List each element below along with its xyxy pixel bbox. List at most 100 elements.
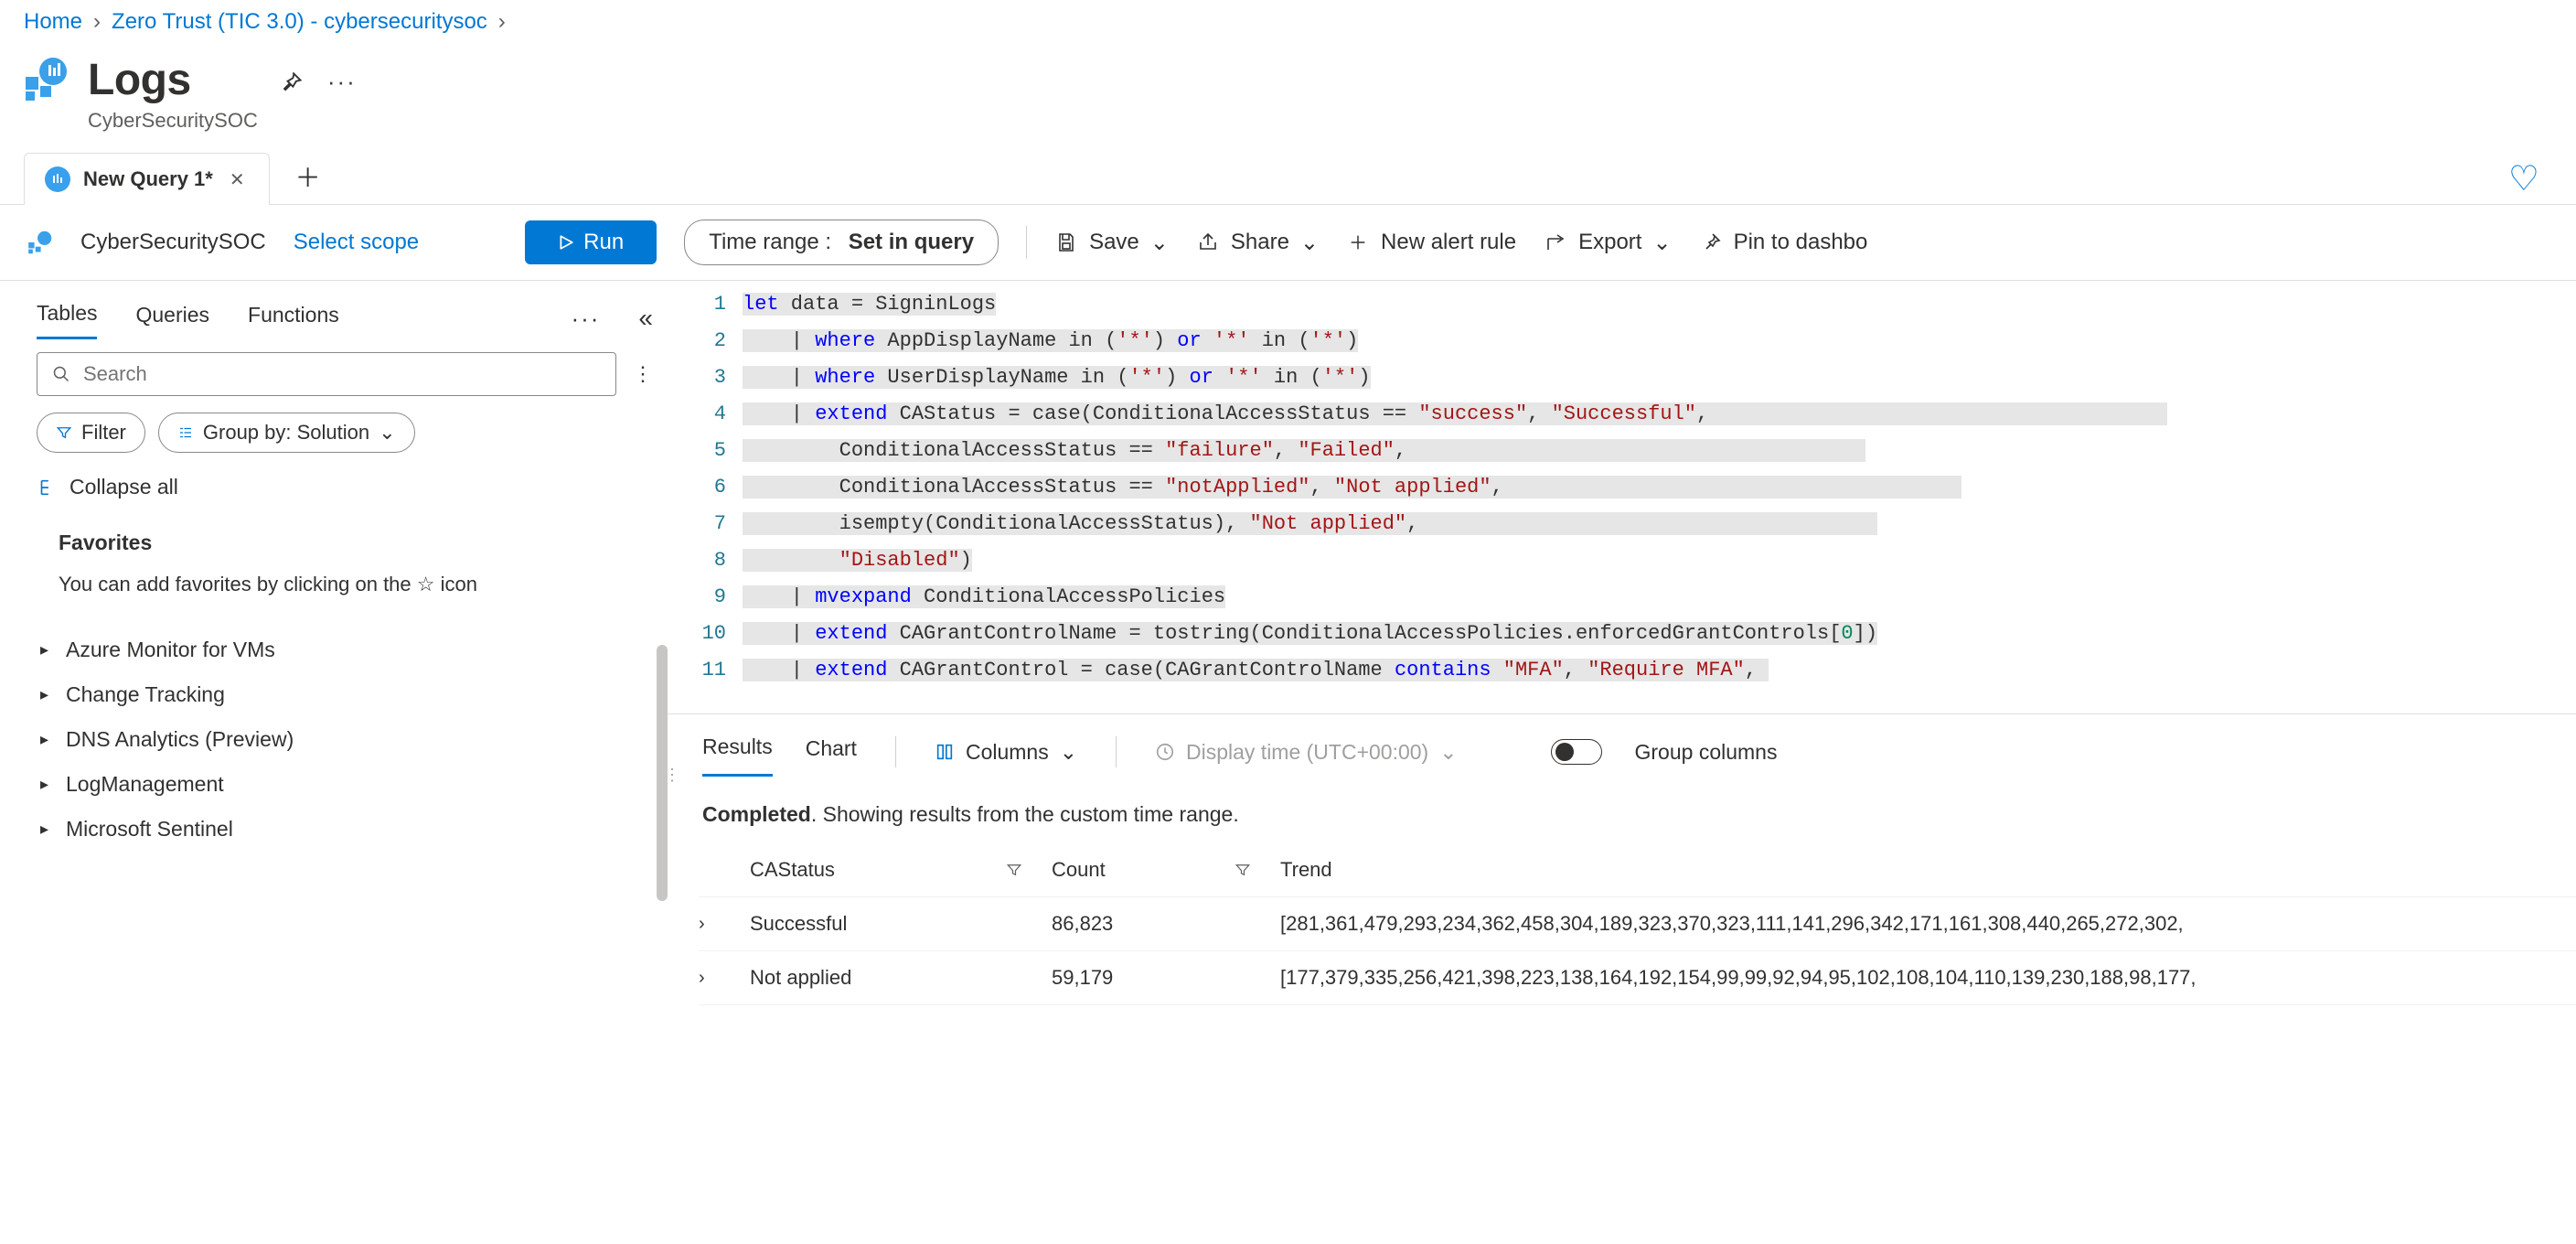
pin-icon[interactable] bbox=[278, 70, 304, 95]
cell-count: 86,823 bbox=[1052, 912, 1235, 936]
code-area[interactable]: let data = SigninLogs | where AppDisplay… bbox=[743, 281, 2167, 694]
display-time-label: Display time (UTC+00:00) bbox=[1186, 740, 1428, 765]
search-icon bbox=[52, 365, 70, 383]
run-button[interactable]: Run bbox=[525, 220, 657, 264]
col-count[interactable]: Count bbox=[1052, 858, 1235, 882]
tree-item-microsoft-sentinel[interactable]: ▸Microsoft Sentinel bbox=[37, 807, 653, 852]
filter-icon bbox=[56, 424, 72, 441]
collapse-all-icon bbox=[37, 477, 57, 498]
filter-pill[interactable]: Filter bbox=[37, 413, 145, 453]
query-tab-icon bbox=[45, 166, 70, 192]
scrollbar[interactable] bbox=[657, 380, 668, 1244]
favorite-heart-icon[interactable]: ♡ bbox=[2508, 160, 2539, 198]
tab-new-query-1[interactable]: New Query 1* ✕ bbox=[24, 153, 270, 205]
group-columns-toggle[interactable] bbox=[1551, 739, 1602, 765]
scope-name: CyberSecuritySOC bbox=[80, 230, 266, 255]
pin-to-dashboard-button[interactable]: Pin to dashbo bbox=[1699, 230, 1868, 255]
caret-right-icon: ▸ bbox=[40, 820, 53, 839]
tree-item-log-management[interactable]: ▸LogManagement bbox=[37, 762, 653, 807]
save-icon bbox=[1054, 231, 1078, 254]
select-scope-link[interactable]: Select scope bbox=[294, 230, 419, 255]
groupby-pill[interactable]: Group by: Solution ⌄ bbox=[158, 413, 415, 453]
play-icon bbox=[558, 234, 574, 251]
tab-strip: New Query 1* ✕ ＋ ♡ bbox=[0, 153, 2576, 205]
drag-handle-icon[interactable]: ⋮ bbox=[668, 766, 2569, 785]
page-title: Logs bbox=[88, 55, 258, 105]
time-range-picker[interactable]: Time range : Set in query bbox=[684, 220, 999, 265]
time-range-value: Set in query bbox=[849, 230, 974, 255]
run-button-label: Run bbox=[583, 230, 624, 255]
share-icon bbox=[1196, 231, 1220, 254]
search-input-wrapper[interactable] bbox=[37, 352, 616, 396]
time-range-label: Time range : bbox=[709, 230, 831, 255]
line-numbers: 1234567891011 bbox=[668, 281, 743, 694]
tab-tables[interactable]: Tables bbox=[37, 297, 97, 339]
new-alert-rule-button[interactable]: New alert rule bbox=[1346, 230, 1516, 255]
new-alert-rule-label: New alert rule bbox=[1381, 230, 1516, 255]
add-tab-button[interactable]: ＋ bbox=[270, 166, 347, 191]
col-castatus[interactable]: CAStatus bbox=[750, 858, 1006, 882]
table-row[interactable]: › Not applied 59,179 [177,379,335,256,42… bbox=[699, 951, 2576, 1005]
filter-icon[interactable] bbox=[1235, 862, 1280, 878]
table-header-row: CAStatus Count Trend bbox=[699, 843, 2576, 897]
expand-row-icon[interactable]: › bbox=[699, 914, 750, 935]
collapse-all-label: Collapse all bbox=[69, 475, 178, 499]
collapse-panel-icon[interactable]: « bbox=[638, 304, 653, 333]
cell-count: 59,179 bbox=[1052, 966, 1235, 990]
left-panel-tabs: Tables Queries Functions ··· « bbox=[37, 297, 653, 339]
save-button-label: Save bbox=[1089, 230, 1139, 255]
query-editor[interactable]: 1234567891011 let data = SigninLogs | wh… bbox=[668, 281, 2576, 694]
export-button[interactable]: Export ⌄ bbox=[1544, 230, 1671, 256]
query-toolbar: CyberSecuritySOC Select scope Run Time r… bbox=[0, 205, 2576, 280]
filter-pill-label: Filter bbox=[81, 421, 126, 445]
columns-label: Columns bbox=[966, 740, 1049, 765]
export-button-label: Export bbox=[1578, 230, 1641, 255]
columns-icon bbox=[935, 742, 955, 762]
caret-right-icon: ▸ bbox=[40, 775, 53, 794]
caret-right-icon: ▸ bbox=[40, 685, 53, 704]
tree-item-azure-monitor-vms[interactable]: ▸Azure Monitor for VMs bbox=[37, 627, 653, 672]
chevron-down-icon: ⌄ bbox=[1652, 230, 1671, 256]
chevron-down-icon: ⌄ bbox=[379, 421, 395, 445]
share-button-label: Share bbox=[1231, 230, 1289, 255]
breadcrumb-home[interactable]: Home bbox=[24, 9, 82, 35]
close-icon[interactable]: ✕ bbox=[226, 168, 249, 191]
display-time-button: Display time (UTC+00:00) ⌄ bbox=[1155, 740, 1458, 765]
save-button[interactable]: Save ⌄ bbox=[1054, 230, 1169, 256]
clock-icon bbox=[1155, 742, 1175, 762]
results-table: CAStatus Count Trend › Successful 86,823… bbox=[668, 840, 2576, 1005]
table-row[interactable]: › Successful 86,823 [281,361,479,293,234… bbox=[699, 897, 2576, 951]
caret-right-icon: ▸ bbox=[40, 640, 53, 660]
cell-trend: [177,379,335,256,421,398,223,138,164,192… bbox=[1280, 966, 2576, 990]
columns-button[interactable]: Columns ⌄ bbox=[935, 740, 1077, 765]
star-icon: ☆ bbox=[417, 573, 435, 595]
favorites-heading: Favorites bbox=[37, 523, 653, 568]
tables-tree: ▸Azure Monitor for VMs ▸Change Tracking … bbox=[37, 627, 653, 852]
col-trend[interactable]: Trend bbox=[1280, 858, 2576, 882]
more-icon[interactable]: ··· bbox=[571, 305, 600, 333]
tree-item-change-tracking[interactable]: ▸Change Tracking bbox=[37, 672, 653, 717]
chevron-right-icon: › bbox=[495, 9, 509, 35]
tree-item-dns-analytics[interactable]: ▸DNS Analytics (Preview) bbox=[37, 717, 653, 762]
chevron-down-icon: ⌄ bbox=[1300, 230, 1319, 256]
search-input[interactable] bbox=[83, 362, 601, 386]
page-subtitle: CyberSecuritySOC bbox=[88, 109, 258, 133]
left-panel: Tables Queries Functions ··· « ⋮ Filter bbox=[0, 280, 668, 1244]
cell-castatus: Successful bbox=[750, 912, 1006, 936]
tab-queries[interactable]: Queries bbox=[135, 299, 209, 338]
share-button[interactable]: Share ⌄ bbox=[1196, 230, 1319, 256]
collapse-all-button[interactable]: Collapse all bbox=[37, 475, 653, 499]
separator bbox=[895, 736, 896, 767]
groupby-pill-label: Group by: Solution bbox=[203, 421, 369, 445]
more-icon[interactable]: ··· bbox=[327, 68, 357, 96]
more-vertical-icon[interactable]: ⋮ bbox=[633, 362, 653, 386]
breadcrumb-workbook[interactable]: Zero Trust (TIC 3.0) - cybersecuritysoc bbox=[112, 9, 487, 35]
expand-row-icon[interactable]: › bbox=[699, 968, 750, 989]
chevron-down-icon: ⌄ bbox=[1060, 740, 1077, 765]
filter-icon[interactable] bbox=[1006, 862, 1052, 878]
cell-castatus: Not applied bbox=[750, 966, 1006, 990]
pin-button-label: Pin to dashbo bbox=[1734, 230, 1868, 255]
cell-trend: [281,361,479,293,234,362,458,304,189,323… bbox=[1280, 912, 2576, 936]
tab-functions[interactable]: Functions bbox=[248, 299, 339, 338]
scope-icon bbox=[27, 230, 53, 255]
